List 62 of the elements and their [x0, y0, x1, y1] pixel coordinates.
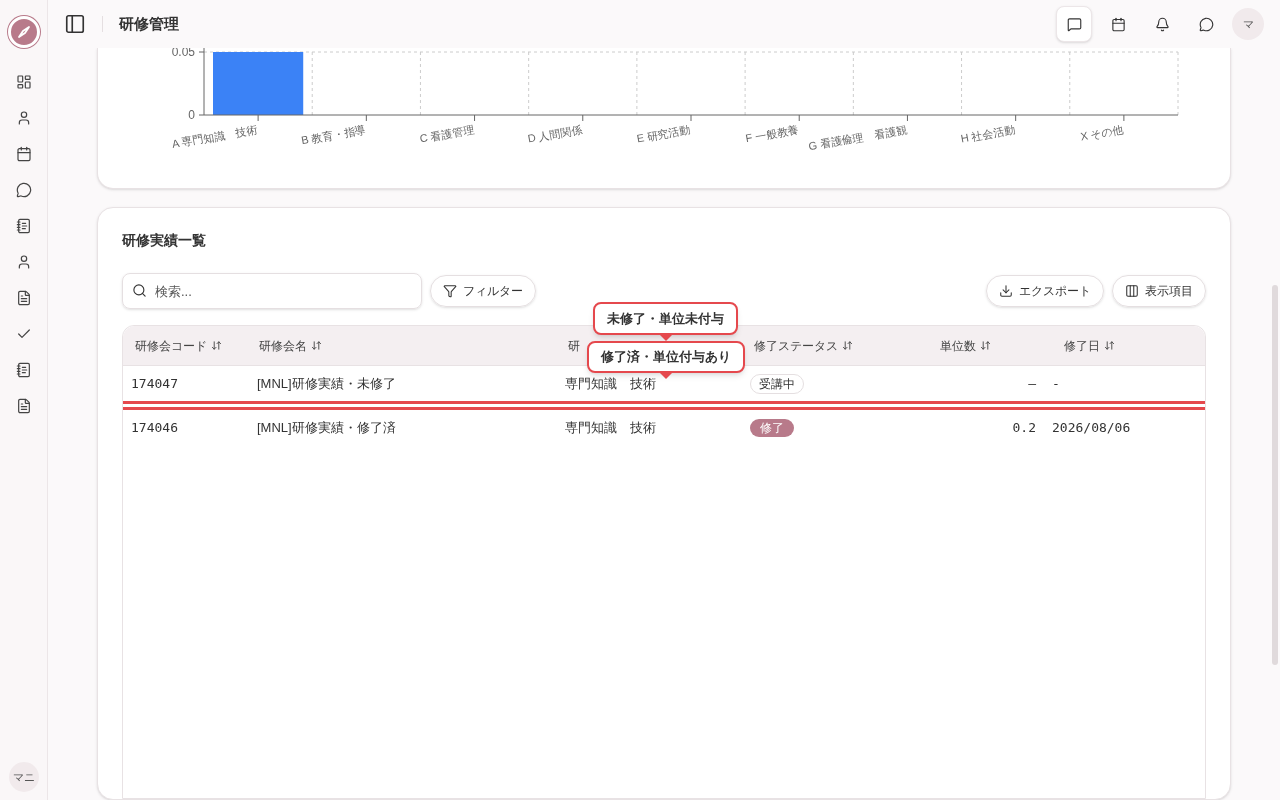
user-avatar[interactable]: マニ [8, 762, 39, 792]
bell-icon[interactable] [1154, 16, 1170, 32]
chat-icon[interactable] [15, 182, 32, 198]
column-header[interactable]: 修了日 [1064, 336, 1115, 355]
user-avatar[interactable]: マ [1232, 8, 1264, 40]
table-cell: - [1052, 376, 1060, 391]
column-header[interactable]: 研 [568, 336, 580, 355]
x-tick-label: G 看護倫理 看護観 [807, 123, 908, 153]
columns-icon[interactable] [1125, 284, 1139, 298]
section-title: 研修実績一覧 [122, 231, 207, 250]
x-tick-label: D 人間関係 [526, 123, 584, 145]
sort-icon[interactable] [980, 340, 991, 351]
sort-icon[interactable] [211, 340, 222, 351]
notebook-icon[interactable] [15, 362, 32, 378]
search-icon [132, 283, 147, 298]
filter-icon[interactable] [443, 284, 457, 298]
calendar-icon[interactable] [1110, 16, 1126, 32]
notebook-icon[interactable] [15, 218, 32, 234]
x-tick-label: E 研究活動 [635, 123, 692, 145]
table-cell: 専門知識 技術 [565, 376, 656, 391]
x-tick-label: B 教育・指導 [300, 123, 367, 147]
sort-icon[interactable] [311, 340, 322, 351]
search-field[interactable]: 検索... [122, 273, 422, 309]
table-cell-text: – [1028, 374, 1036, 393]
sidebar-toggle-icon[interactable] [64, 13, 86, 35]
document-icon[interactable] [15, 290, 32, 306]
column-header[interactable]: 研修会コード [135, 336, 222, 355]
download-icon[interactable] [999, 284, 1013, 298]
table-cell: 174046 [131, 420, 178, 435]
sort-icon[interactable] [842, 340, 853, 351]
x-tick-label: C 看護管理 [418, 123, 475, 145]
column-header[interactable]: 単位数 [940, 336, 991, 355]
column-header[interactable]: 修了ステータス [754, 336, 853, 355]
status-badge: 修了 [750, 419, 794, 437]
table-cell: 2026/08/06 [1052, 420, 1131, 435]
y-tick-label: 0 [188, 108, 195, 122]
logo-icon[interactable] [7, 16, 40, 48]
page-title: 研修管理 [119, 13, 179, 34]
chat-button[interactable] [1056, 6, 1092, 42]
tooltip: 修了済・単位付与あり [587, 341, 745, 373]
sort-icon[interactable] [1104, 340, 1115, 351]
column-header[interactable]: 研修会名 [259, 336, 322, 355]
x-tick-label: X その他 [1079, 123, 1125, 143]
calendar-icon[interactable] [15, 146, 32, 162]
scrollbar-thumb[interactable] [1272, 285, 1278, 665]
table-cell: [MNL]研修実績・未修了 [257, 376, 396, 391]
table-cell: 174047 [131, 376, 178, 391]
document-icon[interactable] [15, 398, 32, 414]
table-cell: 専門知識 技術 [565, 420, 656, 435]
y-tick-label: 0.05 [171, 48, 195, 59]
table-cell-text: 0.2 [1012, 418, 1036, 437]
y-axis [198, 48, 205, 116]
chat-icon[interactable] [1066, 16, 1082, 32]
status-badge: 受講中 [750, 374, 804, 394]
x-tick-label: H 社会活動 [959, 123, 1016, 145]
tooltip: 未修了・単位未付与 [593, 302, 738, 335]
dashboard-icon[interactable] [15, 74, 32, 90]
speech-bubble-icon[interactable] [1198, 16, 1214, 32]
x-tick-label: A 専門知識 技術 [170, 123, 259, 151]
table-cell: [MNL]研修実績・修了済 [257, 420, 396, 435]
tooltip-arrow [660, 373, 672, 379]
x-tick-label: F 一般教養 [744, 123, 800, 145]
